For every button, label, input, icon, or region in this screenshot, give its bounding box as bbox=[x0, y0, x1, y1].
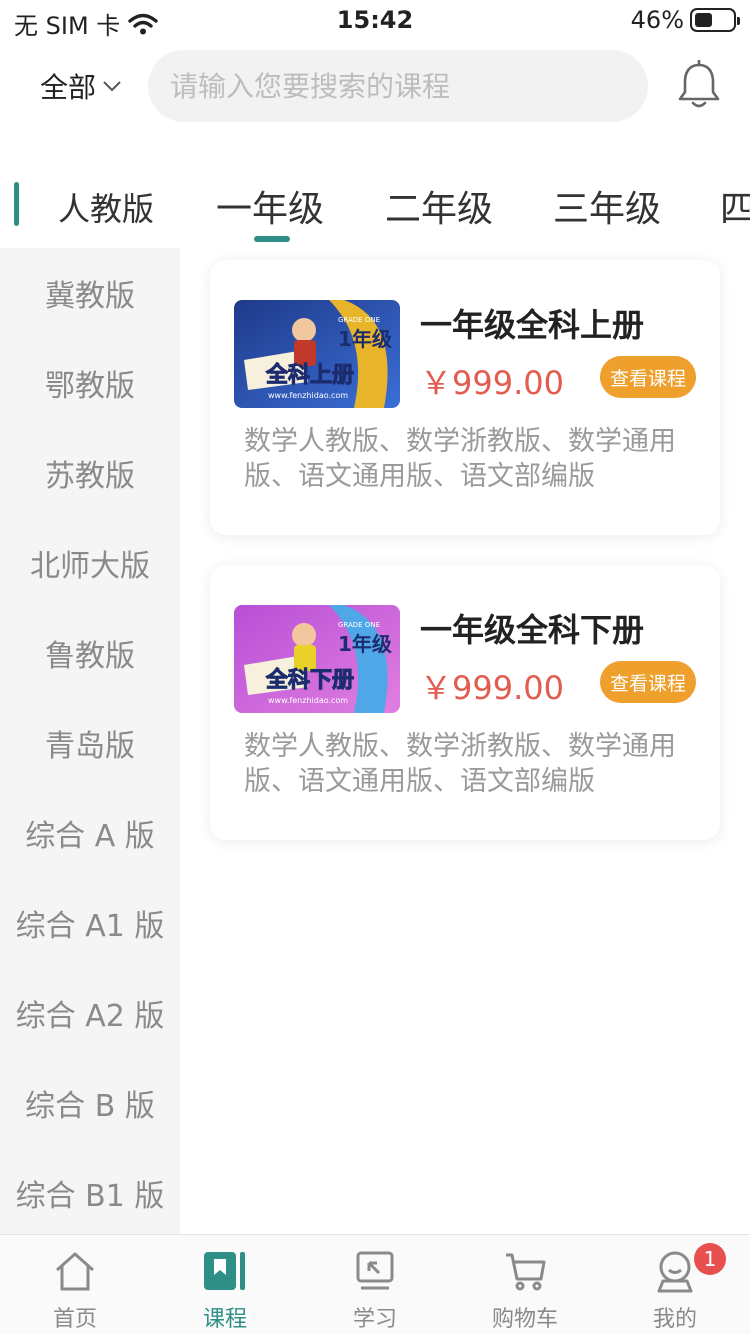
sidebar-item[interactable]: 鄂教版 bbox=[0, 338, 180, 428]
thumb-url: www.fenzhidao.com bbox=[268, 696, 348, 705]
tab-home[interactable]: 首页 bbox=[0, 1235, 150, 1334]
tab-cart-label: 购物车 bbox=[491, 1307, 558, 1332]
sidebar-item[interactable]: 青岛版 bbox=[0, 698, 180, 788]
thumb-tag: GRADE ONE bbox=[338, 316, 380, 324]
course-title: 一年级全科下册 bbox=[420, 611, 645, 649]
tab-profile[interactable]: 1 我的 bbox=[600, 1235, 750, 1334]
version-selected[interactable]: 人教版 bbox=[58, 184, 154, 230]
active-tab-underline bbox=[254, 236, 290, 242]
version-sidebar: 冀教版 鄂教版 苏教版 北师大版 鲁教版 青岛版 综合 A 版 综合 A1 版 … bbox=[0, 248, 180, 1234]
sidebar-item[interactable]: 苏教版 bbox=[0, 428, 180, 518]
tab-profile-label: 我的 bbox=[652, 1307, 697, 1332]
course-price: ￥999.00 bbox=[420, 669, 564, 707]
home-icon bbox=[56, 1252, 94, 1291]
thumb-url: www.fenzhidao.com bbox=[268, 391, 348, 400]
sidebar-item[interactable]: 综合 A2 版 bbox=[0, 968, 180, 1058]
tab-grade-4[interactable]: 四 bbox=[720, 180, 750, 232]
tab-grade-1[interactable]: 一年级 bbox=[216, 180, 324, 232]
notification-badge: 1 bbox=[694, 1243, 726, 1275]
bell-icon[interactable] bbox=[676, 60, 722, 110]
course-icon bbox=[204, 1252, 245, 1290]
sidebar-item[interactable]: 综合 B1 版 bbox=[0, 1148, 180, 1234]
tab-home-label: 首页 bbox=[52, 1307, 97, 1332]
tab-study[interactable]: 学习 bbox=[300, 1235, 450, 1334]
tab-study-label: 学习 bbox=[352, 1307, 397, 1332]
version-indicator bbox=[14, 182, 19, 226]
tab-cart[interactable]: 购物车 bbox=[450, 1235, 600, 1334]
thumb-tag: GRADE ONE bbox=[338, 621, 380, 629]
course-price: ￥999.00 bbox=[420, 364, 564, 402]
course-description: 数学人教版、数学浙教版、数学通用版、语文通用版、语文部编版 bbox=[244, 731, 676, 797]
course-title: 一年级全科上册 bbox=[420, 306, 645, 344]
sidebar-item[interactable]: 北师大版 bbox=[0, 518, 180, 608]
thumb-title: 全科上册 bbox=[265, 362, 354, 388]
tab-grade-2[interactable]: 二年级 bbox=[385, 180, 493, 232]
grade-tabs: 人教版 一年级 二年级 三年级 四 bbox=[0, 170, 750, 250]
profile-icon bbox=[657, 1251, 693, 1293]
chevron-down-icon bbox=[103, 81, 121, 92]
status-bar: 无 SIM 卡 15:42 46% bbox=[0, 0, 750, 40]
course-thumbnail: 1年级 GRADE ONE 全科下册 www.fenzhidao.com bbox=[234, 605, 400, 713]
view-course-button[interactable]: 查看课程 bbox=[600, 356, 696, 398]
thumb-title: 全科下册 bbox=[265, 667, 354, 693]
sidebar-item[interactable]: 综合 A1 版 bbox=[0, 878, 180, 968]
battery-percent: 46% bbox=[630, 6, 684, 34]
battery-icon bbox=[690, 8, 740, 32]
sidebar-item[interactable]: 冀教版 bbox=[0, 248, 180, 338]
scope-label: 全部 bbox=[40, 71, 97, 104]
course-card[interactable]: 1年级 GRADE ONE 全科上册 www.fenzhidao.com 一年级… bbox=[210, 260, 720, 535]
tab-course-label: 课程 bbox=[202, 1307, 247, 1332]
tab-course[interactable]: 课程 bbox=[150, 1235, 300, 1334]
thumb-grade: 1年级 bbox=[338, 327, 392, 351]
cart-icon bbox=[506, 1253, 546, 1291]
battery-level bbox=[695, 13, 712, 27]
course-description: 数学人教版、数学浙教版、数学通用版、语文通用版、语文部编版 bbox=[244, 426, 676, 492]
sidebar-item[interactable]: 鲁教版 bbox=[0, 608, 180, 698]
course-card[interactable]: 1年级 GRADE ONE 全科下册 www.fenzhidao.com 一年级… bbox=[210, 565, 720, 840]
thumb-grade: 1年级 bbox=[338, 632, 392, 656]
tab-grade-3[interactable]: 三年级 bbox=[553, 180, 661, 232]
sidebar-item[interactable]: 综合 A 版 bbox=[0, 788, 180, 878]
scope-dropdown[interactable]: 全部 bbox=[40, 66, 122, 106]
view-course-button[interactable]: 查看课程 bbox=[600, 661, 696, 703]
bottom-tab-bar: 首页 课程 学习 购物车 1 我的 bbox=[0, 1234, 750, 1334]
study-icon bbox=[356, 1251, 394, 1290]
header: 全部 bbox=[0, 50, 750, 122]
sidebar-item[interactable]: 综合 B 版 bbox=[0, 1058, 180, 1148]
search-input[interactable] bbox=[148, 50, 648, 122]
course-thumbnail: 1年级 GRADE ONE 全科上册 www.fenzhidao.com bbox=[234, 300, 400, 408]
